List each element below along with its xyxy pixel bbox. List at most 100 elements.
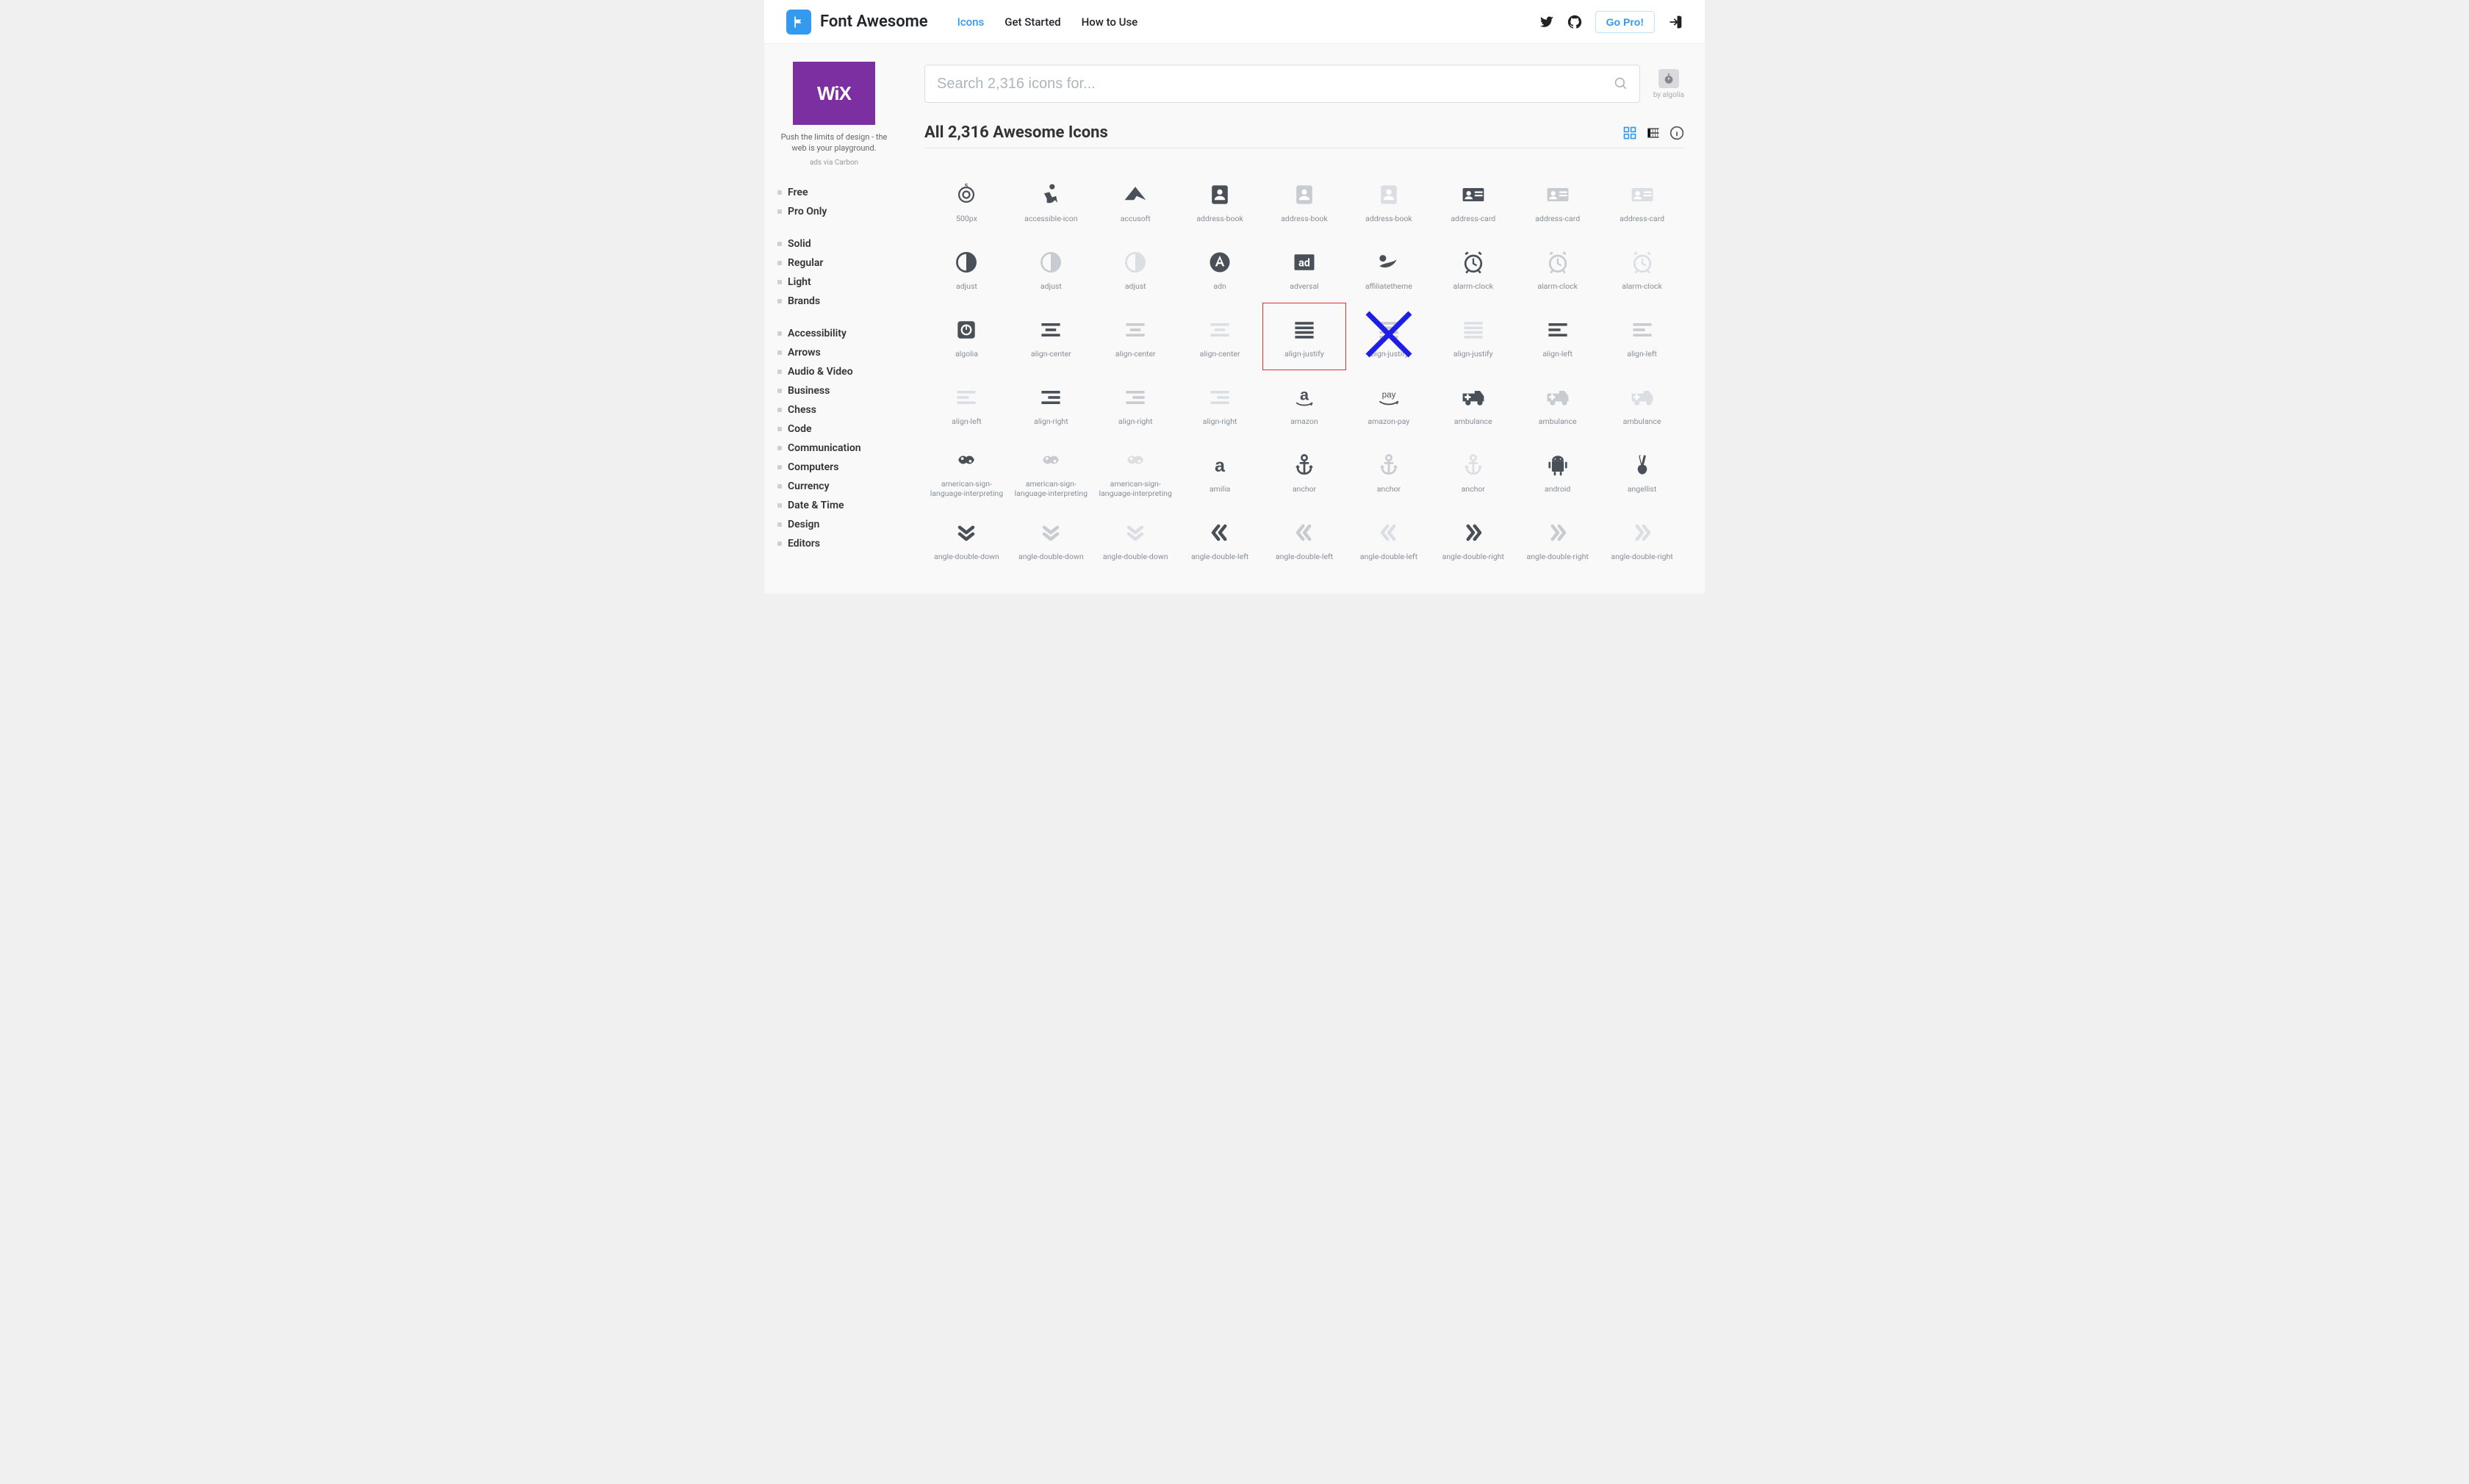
- icon-cell-align-justify[interactable]: align-justify: [1346, 303, 1431, 370]
- icon-cell-anchor[interactable]: anchor: [1262, 438, 1347, 505]
- bullet-icon: [777, 190, 782, 195]
- filter-pro-only[interactable]: Pro Only: [764, 202, 904, 221]
- icon-cell-affiliatetheme[interactable]: affiliatetheme: [1346, 235, 1431, 303]
- filter-communication[interactable]: Communication: [764, 439, 904, 458]
- icon-cell-align-center[interactable]: align-center: [1093, 303, 1178, 370]
- icon-cell-align-justify[interactable]: align-justify: [1262, 303, 1347, 370]
- icon-cell-angle-double-right[interactable]: angle-double-right: [1600, 505, 1684, 573]
- github-icon[interactable]: [1567, 15, 1582, 29]
- filter-brands[interactable]: Brands: [764, 292, 904, 311]
- icon-label: angle-double-left: [1360, 552, 1417, 562]
- icon-cell-address-card[interactable]: address-card: [1515, 168, 1600, 235]
- alarm-clock-icon: [1629, 247, 1656, 278]
- icon-cell-angle-double-right[interactable]: angle-double-right: [1431, 505, 1515, 573]
- icon-cell-adversal[interactable]: adversal: [1262, 235, 1347, 303]
- icon-cell-align-justify[interactable]: align-justify: [1431, 303, 1515, 370]
- icon-cell-adjust[interactable]: adjust: [924, 235, 1009, 303]
- icon-cell-android[interactable]: android: [1515, 438, 1600, 505]
- filter-accessibility[interactable]: Accessibility: [764, 324, 904, 343]
- filter-editors[interactable]: Editors: [764, 534, 904, 553]
- icon-cell-align-left[interactable]: align-left: [1515, 303, 1600, 370]
- icon-cell-align-left[interactable]: align-left: [924, 370, 1009, 438]
- icon-cell-angellist[interactable]: angellist: [1600, 438, 1684, 505]
- brand[interactable]: Font Awesome: [786, 10, 928, 35]
- icon-cell-align-right[interactable]: align-right: [1093, 370, 1178, 438]
- filter-business[interactable]: Business: [764, 381, 904, 400]
- icon-cell-angle-double-left[interactable]: angle-double-left: [1178, 505, 1262, 573]
- icon-cell-alarm-clock[interactable]: alarm-clock: [1431, 235, 1515, 303]
- icon-cell-adn[interactable]: adn: [1178, 235, 1262, 303]
- nav-how-to-use[interactable]: How to Use: [1082, 15, 1138, 29]
- filter-date-time[interactable]: Date & Time: [764, 496, 904, 515]
- icon-cell-amazon-pay[interactable]: amazon-pay: [1346, 370, 1431, 438]
- icon-cell-algolia[interactable]: algolia: [924, 303, 1009, 370]
- icon-cell-address-card[interactable]: address-card: [1431, 168, 1515, 235]
- icon-cell-american-sign-language-interpreting[interactable]: american-sign-language-interpreting: [1093, 438, 1178, 505]
- icon-cell-angle-double-down[interactable]: angle-double-down: [924, 505, 1009, 573]
- nav-get-started[interactable]: Get Started: [1005, 15, 1060, 29]
- filter-light[interactable]: Light: [764, 273, 904, 292]
- icon-cell-amilia[interactable]: amilia: [1178, 438, 1262, 505]
- filter-computers[interactable]: Computers: [764, 458, 904, 477]
- icon-cell-angle-double-left[interactable]: angle-double-left: [1262, 505, 1347, 573]
- filter-free[interactable]: Free: [764, 183, 904, 202]
- icon-cell-ambulance[interactable]: ambulance: [1600, 370, 1684, 438]
- grid-view-icon[interactable]: [1622, 126, 1637, 140]
- icon-cell-amazon[interactable]: amazon: [1262, 370, 1347, 438]
- icon-label: alarm-clock: [1453, 282, 1494, 292]
- icon-cell-adjust[interactable]: adjust: [1009, 235, 1093, 303]
- bullet-icon: [777, 280, 782, 284]
- icon-cell-address-book[interactable]: address-book: [1178, 168, 1262, 235]
- icon-cell-alarm-clock[interactable]: alarm-clock: [1515, 235, 1600, 303]
- icon-cell-anchor[interactable]: anchor: [1431, 438, 1515, 505]
- icon-grid: 500pxaccessible-iconaccusoftaddress-book…: [924, 168, 1684, 573]
- icon-cell-ambulance[interactable]: ambulance: [1515, 370, 1600, 438]
- icon-cell-align-center[interactable]: align-center: [1178, 303, 1262, 370]
- icon-cell-address-book[interactable]: address-book: [1262, 168, 1347, 235]
- icon-cell-ambulance[interactable]: ambulance: [1431, 370, 1515, 438]
- icon-cell-alarm-clock[interactable]: alarm-clock: [1600, 235, 1684, 303]
- algolia-attribution[interactable]: by algolia: [1653, 69, 1684, 99]
- sidebar-ad[interactable]: WiX Push the limits of design - the web …: [764, 53, 904, 174]
- icon-cell-angle-double-left[interactable]: angle-double-left: [1346, 505, 1431, 573]
- filter-arrows[interactable]: Arrows: [764, 343, 904, 362]
- filter-solid[interactable]: Solid: [764, 234, 904, 253]
- nav-icons[interactable]: Icons: [957, 15, 985, 29]
- search-input[interactable]: [924, 65, 1640, 103]
- icon-cell-address-card[interactable]: address-card: [1600, 168, 1684, 235]
- icon-cell-align-right[interactable]: align-right: [1009, 370, 1093, 438]
- ambulance-icon: [1629, 382, 1656, 413]
- sign-in-icon[interactable]: [1668, 15, 1683, 29]
- icon-cell-anchor[interactable]: anchor: [1346, 438, 1431, 505]
- icon-label: ambulance: [1454, 417, 1492, 427]
- filter-regular[interactable]: Regular: [764, 253, 904, 273]
- icon-cell-angle-double-down[interactable]: angle-double-down: [1009, 505, 1093, 573]
- icon-cell-angle-double-down[interactable]: angle-double-down: [1093, 505, 1178, 573]
- icon-cell-adjust[interactable]: adjust: [1093, 235, 1178, 303]
- twitter-icon[interactable]: [1539, 15, 1554, 29]
- icon-cell-american-sign-language-interpreting[interactable]: american-sign-language-interpreting: [924, 438, 1009, 505]
- filter-chess[interactable]: Chess: [764, 400, 904, 419]
- filter-audio-video[interactable]: Audio & Video: [764, 362, 904, 381]
- icon-cell-align-left[interactable]: align-left: [1600, 303, 1684, 370]
- bullet-icon: [777, 541, 782, 546]
- list-view-icon[interactable]: [1646, 126, 1661, 140]
- icon-cell-angle-double-right[interactable]: angle-double-right: [1515, 505, 1600, 573]
- filter-code[interactable]: Code: [764, 419, 904, 439]
- filter-currency[interactable]: Currency: [764, 477, 904, 496]
- icon-cell-american-sign-language-interpreting[interactable]: american-sign-language-interpreting: [1009, 438, 1093, 505]
- icon-label: address-card: [1620, 215, 1664, 224]
- info-icon[interactable]: [1670, 126, 1684, 140]
- icon-cell-accusoft[interactable]: accusoft: [1093, 168, 1178, 235]
- bullet-icon: [777, 484, 782, 489]
- icon-cell-align-right[interactable]: align-right: [1178, 370, 1262, 438]
- go-pro-button[interactable]: Go Pro!: [1595, 11, 1655, 33]
- icon-label: ambulance: [1539, 417, 1577, 427]
- icon-cell-500px[interactable]: 500px: [924, 168, 1009, 235]
- angle-double-right-icon: [1460, 517, 1487, 548]
- icon-cell-address-book[interactable]: address-book: [1346, 168, 1431, 235]
- filter-design[interactable]: Design: [764, 515, 904, 534]
- icon-cell-align-center[interactable]: align-center: [1009, 303, 1093, 370]
- icon-cell-accessible-icon[interactable]: accessible-icon: [1009, 168, 1093, 235]
- icon-label: align-left: [952, 417, 982, 427]
